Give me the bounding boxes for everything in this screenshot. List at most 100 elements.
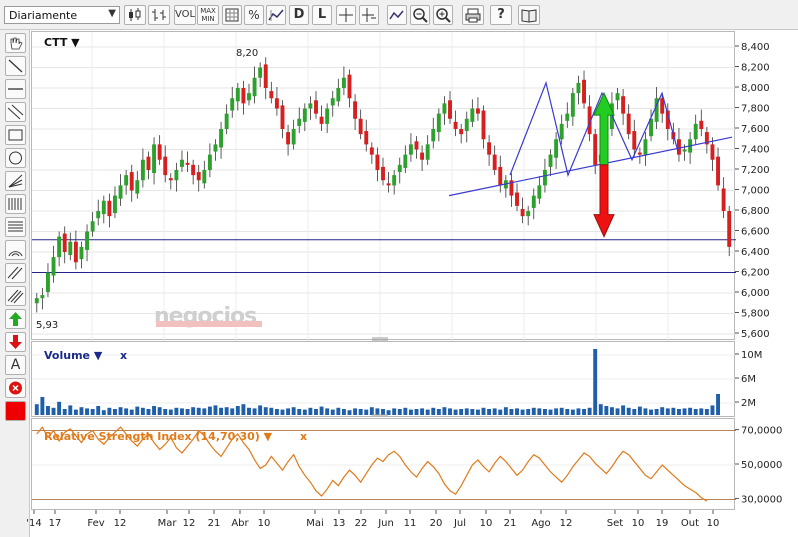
volume-bar	[498, 409, 503, 415]
chevron-down-icon: ▼	[108, 8, 116, 19]
fibonacci-levels-icon[interactable]	[5, 217, 26, 237]
x-tick-label: 12	[560, 518, 573, 529]
print-icon[interactable]	[462, 5, 484, 25]
candle-body	[168, 178, 173, 181]
period-select[interactable]: Diariamente ▼	[4, 6, 120, 24]
volume-bar	[604, 406, 609, 415]
volume-bar	[671, 407, 676, 415]
candle-body	[180, 159, 184, 167]
volume-bar	[503, 407, 508, 415]
candle-body	[68, 241, 73, 256]
candle-body	[369, 147, 374, 155]
color-picker-swatch[interactable]	[5, 401, 26, 421]
x-tick-label: 11	[404, 518, 417, 529]
volume-bar	[559, 407, 564, 415]
book-icon[interactable]	[518, 5, 540, 25]
volume-bar	[475, 409, 480, 415]
horizontal-line-icon[interactable]	[5, 79, 26, 99]
low-annotation: 5,93	[36, 320, 58, 331]
candle-body	[721, 188, 726, 211]
line-tool-icon[interactable]	[5, 56, 26, 76]
zoom-out-icon[interactable]	[410, 5, 430, 25]
volume-y-tick-label: 10M	[741, 350, 762, 361]
candle-body	[347, 74, 352, 99]
candle-body	[263, 64, 268, 88]
candle-body	[90, 221, 95, 232]
help-icon[interactable]: ?	[490, 5, 512, 25]
y-tick-label: 6,800	[741, 206, 770, 217]
fibonacci-arcs-icon[interactable]	[5, 240, 26, 260]
candle-body	[157, 144, 162, 160]
x-tick-label: 17	[49, 518, 62, 529]
maxmin-toggle-button[interactable]: MAX MIN	[197, 5, 219, 25]
ohlc-bars-icon[interactable]	[148, 5, 170, 25]
candle-body	[381, 166, 385, 181]
rectangle-tool-icon[interactable]	[5, 125, 26, 145]
y-tick-label: 5,600	[741, 329, 770, 340]
volume-bar	[470, 409, 475, 415]
volume-bar	[68, 405, 73, 415]
hand-pan-icon[interactable]	[5, 33, 26, 53]
volume-bar	[548, 409, 553, 415]
fan-lines-icon[interactable]	[5, 171, 26, 191]
y-tick-label: 7,600	[741, 124, 770, 135]
zoom-in-icon[interactable]	[433, 5, 453, 25]
y-tick-label: 8,000	[741, 83, 770, 94]
volume-bar	[487, 409, 492, 415]
volume-bar	[325, 408, 330, 415]
delete-drawings-icon[interactable]	[5, 378, 26, 398]
x-tick-label: 10	[632, 518, 645, 529]
candle-body	[515, 192, 519, 206]
watermark-underline	[156, 321, 262, 327]
candle-body	[425, 144, 430, 160]
circle-tool-icon[interactable]	[5, 148, 26, 168]
candle-body	[682, 149, 687, 152]
x-tick-label: Mar	[158, 518, 178, 529]
crosshair-value-icon[interactable]	[359, 5, 379, 25]
crosshair-icon[interactable]	[336, 5, 356, 25]
daily-button[interactable]: D	[289, 5, 309, 25]
compare-chart-icon[interactable]	[266, 5, 286, 25]
x-tick-label: 21	[208, 518, 221, 529]
grid-toggle-icon[interactable]	[222, 5, 242, 25]
volume-bar	[224, 407, 229, 415]
candle-body	[286, 132, 291, 145]
candle-body	[325, 108, 330, 124]
candle-body	[57, 236, 62, 258]
volume-bar	[96, 406, 101, 415]
percent-scale-button[interactable]: %	[244, 5, 264, 25]
zoom-chart-icon[interactable]	[387, 5, 407, 25]
volume-toggle-button[interactable]: VOL	[174, 5, 196, 25]
parallel-lines-icon[interactable]	[5, 263, 26, 283]
volume-bar	[688, 407, 693, 415]
volume-bar	[420, 408, 425, 415]
volume-bar	[369, 407, 374, 415]
sell-arrow-icon[interactable]	[5, 332, 26, 352]
speed-lines-icon[interactable]	[5, 286, 26, 306]
text-tool-icon[interactable]: A	[5, 355, 26, 375]
volume-bar	[274, 409, 279, 415]
candle-body	[34, 298, 39, 304]
volume-bar	[364, 409, 369, 415]
candle-body	[431, 129, 436, 142]
linear-scale-button[interactable]: L	[312, 5, 332, 25]
volume-bar	[135, 406, 140, 415]
fibonacci-retracement-icon[interactable]	[5, 194, 26, 214]
candle-body	[699, 120, 704, 129]
candlestick-icon[interactable]	[124, 5, 146, 25]
candle-body	[392, 175, 397, 186]
candle-body	[436, 113, 441, 133]
buy-arrow-icon[interactable]	[5, 309, 26, 329]
channel-tool-icon[interactable]	[5, 102, 26, 122]
volume-bar	[258, 405, 263, 415]
period-select-value: Diariamente	[9, 9, 78, 22]
volume-bar	[582, 409, 586, 415]
volume-bar	[375, 408, 380, 415]
candle-body	[710, 144, 715, 160]
y-tick-label: 7,400	[741, 145, 770, 156]
x-tick-label: Out	[681, 518, 699, 529]
candle-body	[146, 156, 151, 170]
rsi-chart-panel: Relative Strength Index (14,70,30) ▼ x	[31, 418, 736, 510]
volume-bar	[124, 408, 129, 415]
volume-bar	[291, 407, 296, 415]
